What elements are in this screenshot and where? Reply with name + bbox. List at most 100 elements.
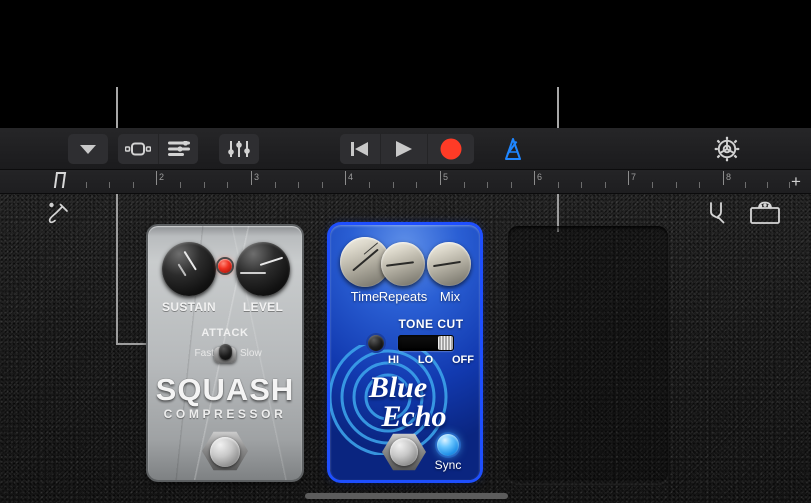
toolbar-nav-group bbox=[68, 134, 108, 164]
ruler-sub-tick bbox=[369, 182, 370, 188]
record-icon bbox=[440, 138, 462, 160]
pedal-brand-line-1: SQUASH bbox=[155, 372, 295, 407]
input-jack-icon bbox=[368, 335, 384, 351]
ruler-sub-tick bbox=[487, 182, 488, 188]
pedal-squash-compressor[interactable]: SUSTAIN LEVEL ATTACK Fast Slow SQUASH CO… bbox=[148, 226, 302, 480]
tone-cut-option-lo[interactable]: LO bbox=[418, 354, 433, 366]
loop-browser-icon bbox=[125, 142, 151, 156]
sustain-label: SUSTAIN bbox=[162, 300, 216, 314]
metronome-group bbox=[493, 134, 533, 164]
attack-label: ATTACK bbox=[201, 327, 249, 339]
power-led bbox=[218, 259, 232, 273]
horizontal-scrollbar-thumb[interactable] bbox=[305, 493, 508, 499]
ruler-sub-tick bbox=[416, 182, 417, 188]
bypass-footswitch[interactable] bbox=[382, 433, 426, 471]
transport-group bbox=[340, 134, 474, 164]
ruler-sub-tick bbox=[298, 182, 299, 188]
sync-label: Sync bbox=[434, 458, 462, 472]
ruler-sub-tick bbox=[699, 182, 700, 188]
level-knob[interactable] bbox=[236, 242, 290, 296]
bar-number: 2 bbox=[159, 172, 165, 182]
add-track-button[interactable]: + bbox=[787, 173, 805, 191]
ruler-sub-tick bbox=[204, 182, 205, 188]
bar-tick bbox=[251, 171, 252, 185]
chevron-down-button[interactable] bbox=[68, 134, 108, 164]
level-label: LEVEL bbox=[242, 300, 284, 314]
pedalboard-surface: SUSTAIN LEVEL ATTACK Fast Slow SQUASH CO… bbox=[0, 194, 811, 503]
signal-cable-left-elbow bbox=[116, 343, 150, 345]
chevron-down-icon bbox=[79, 143, 97, 155]
sustain-knob[interactable] bbox=[162, 242, 216, 296]
bar-number: 6 bbox=[537, 172, 543, 182]
ruler-sub-tick bbox=[767, 182, 768, 188]
mix-label: Mix bbox=[439, 289, 461, 304]
track-list-button[interactable] bbox=[158, 134, 198, 164]
attack-fast-label: Fast bbox=[194, 348, 214, 359]
mixer-sliders-icon bbox=[228, 140, 250, 158]
settings-button[interactable] bbox=[707, 134, 747, 164]
bar-number: 5 bbox=[443, 172, 449, 182]
mix-knob[interactable] bbox=[427, 242, 471, 286]
sync-button[interactable] bbox=[437, 434, 459, 456]
ruler-sub-tick bbox=[86, 182, 87, 188]
tone-cut-option-hi[interactable]: HI bbox=[388, 354, 399, 366]
tuning-fork-icon[interactable] bbox=[705, 200, 729, 231]
play-button[interactable] bbox=[380, 134, 427, 164]
play-icon bbox=[394, 140, 414, 158]
pedalboard-window: 2 3 4 5 6 7 8 + SUSTAIN LEVEL ATTACK Fas… bbox=[0, 0, 811, 503]
ruler-sub-tick bbox=[652, 182, 653, 188]
ruler-sub-tick bbox=[745, 182, 746, 188]
top-void-area bbox=[0, 0, 811, 128]
ruler-sub-tick bbox=[581, 182, 582, 188]
empty-pedal-slot[interactable] bbox=[508, 226, 668, 484]
ruler-sub-tick bbox=[227, 182, 228, 188]
bar-tick bbox=[723, 171, 724, 185]
ruler-sub-tick bbox=[511, 182, 512, 188]
playhead-marker[interactable] bbox=[53, 172, 67, 188]
amp-icon[interactable] bbox=[749, 200, 781, 231]
bar-tick bbox=[534, 171, 535, 185]
tone-cut-slider[interactable] bbox=[398, 335, 454, 351]
pedal-blue-echo[interactable]: Time Repeats Mix TONE CUT HI LO OFF Blue bbox=[330, 225, 480, 480]
ruler-sub-tick bbox=[605, 182, 606, 188]
tone-cut-options: HI LO OFF bbox=[388, 354, 474, 366]
ruler-sub-tick bbox=[133, 182, 134, 188]
bar-tick bbox=[156, 171, 157, 185]
rewind-icon bbox=[350, 141, 370, 157]
bypass-footswitch[interactable] bbox=[202, 431, 248, 471]
repeats-knob[interactable] bbox=[381, 242, 425, 286]
bar-number: 8 bbox=[726, 172, 732, 182]
attack-slow-label: Slow bbox=[240, 348, 262, 359]
ruler[interactable]: 2 3 4 5 6 7 8 + bbox=[0, 170, 811, 194]
metronome-button[interactable] bbox=[493, 134, 533, 164]
signal-cable-right bbox=[557, 87, 559, 128]
tone-cut-label: TONE CUT bbox=[398, 317, 464, 331]
gear-icon bbox=[714, 136, 740, 162]
bar-number: 4 bbox=[348, 172, 354, 182]
ruler-sub-tick bbox=[322, 182, 323, 188]
ruler-sub-tick bbox=[109, 182, 110, 188]
metronome-icon bbox=[501, 137, 525, 161]
attack-switch[interactable] bbox=[212, 342, 238, 364]
mixer-button[interactable] bbox=[219, 134, 259, 164]
ruler-sub-tick bbox=[393, 182, 394, 188]
signal-cable-left-lower bbox=[116, 194, 118, 345]
tone-cut-option-off[interactable]: OFF bbox=[452, 354, 474, 366]
rewind-button[interactable] bbox=[340, 134, 380, 164]
horizontal-scrollbar-track[interactable] bbox=[0, 489, 811, 503]
guitar-input-icon[interactable] bbox=[46, 200, 72, 231]
track-list-icon bbox=[167, 141, 190, 157]
bar-tick bbox=[440, 171, 441, 185]
toolbar bbox=[0, 128, 811, 170]
bar-tick bbox=[628, 171, 629, 185]
signal-cable-left bbox=[116, 87, 118, 128]
bar-number: 7 bbox=[631, 172, 637, 182]
toolbar-view-group bbox=[118, 134, 198, 164]
ruler-sub-tick bbox=[676, 182, 677, 188]
toolbar-mixer-group bbox=[219, 134, 259, 164]
record-button[interactable] bbox=[427, 134, 474, 164]
loop-browser-button[interactable] bbox=[118, 134, 158, 164]
bar-tick bbox=[345, 171, 346, 185]
ruler-sub-tick bbox=[275, 182, 276, 188]
pedal-brand-line-2: Echo bbox=[381, 400, 447, 433]
